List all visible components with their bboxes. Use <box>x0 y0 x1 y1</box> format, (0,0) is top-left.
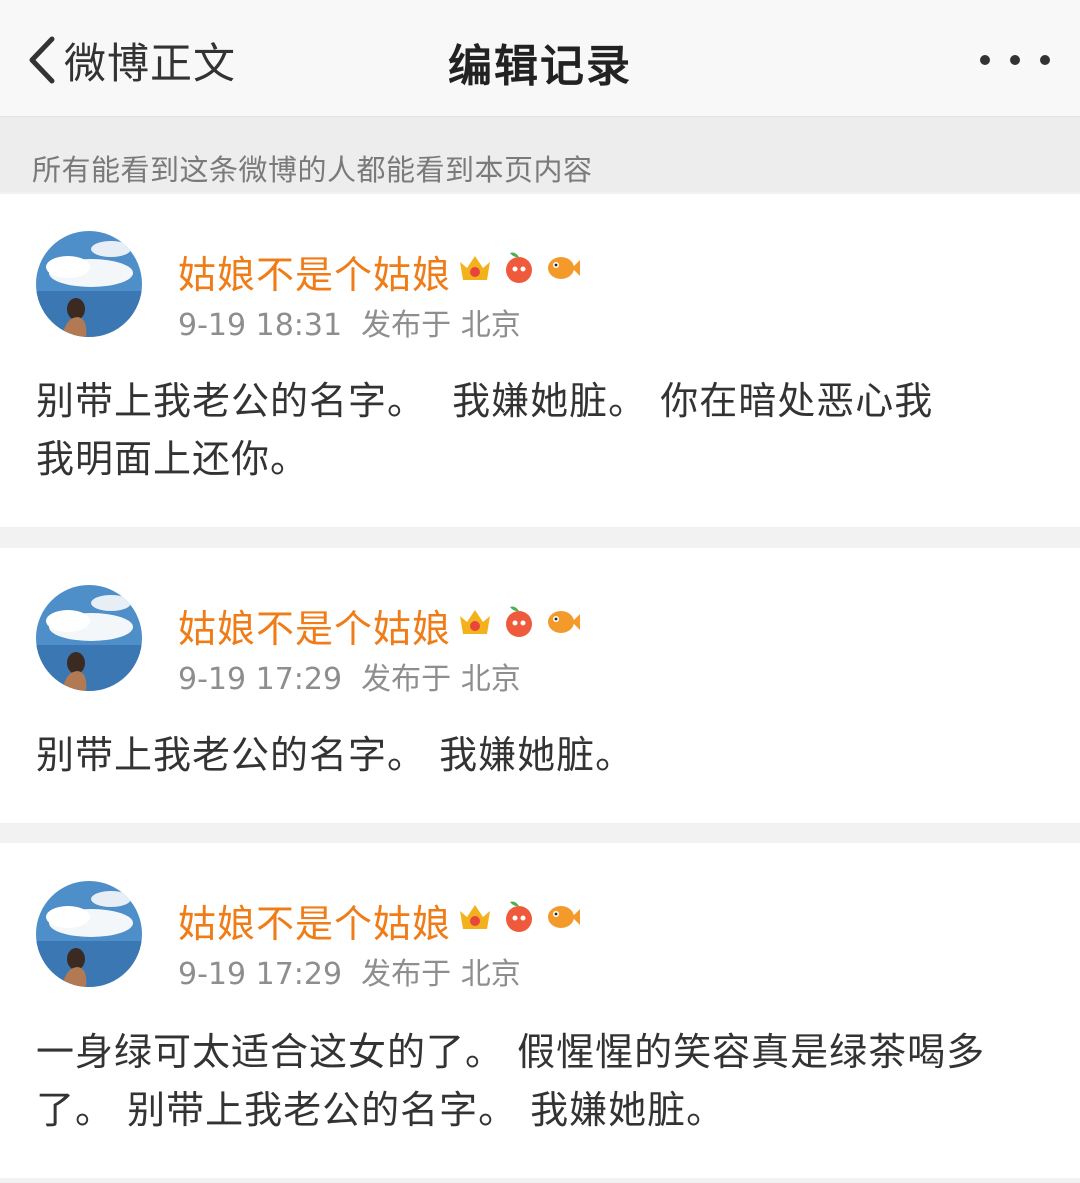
username[interactable]: 姑娘不是个姑娘 <box>178 893 451 948</box>
post-time: 9-19 18:31 <box>178 308 343 343</box>
edit-record-card: 姑娘不是个姑娘 9-19 17:29 发布于 北京 别带上我老公的名字。 我嫌她… <box>0 548 1080 823</box>
post-meta: 9-19 17:29 发布于 北京 <box>178 949 521 993</box>
avatar[interactable] <box>36 231 142 337</box>
user-badges <box>456 897 582 935</box>
post-content: 别带上我老公的名字。 我嫌她脏。 <box>36 733 635 777</box>
nav-bar: 微博正文 编辑记录 <box>0 0 1080 117</box>
avatar[interactable] <box>36 585 142 691</box>
post-meta: 9-19 17:29 发布于 北京 <box>178 654 521 698</box>
more-button[interactable] <box>980 40 1050 80</box>
user-badges <box>456 602 582 640</box>
fish-badge-icon <box>548 611 580 633</box>
post-content: 一身绿可太适合这女的了。 假惺惺的笑容真是绿茶喝多 了。 别带上我老公的名字。 … <box>36 1030 986 1132</box>
visibility-notice: 所有能看到这条微博的人都能看到本页内容 <box>32 153 593 187</box>
post-meta: 9-19 18:31 发布于 北京 <box>178 300 521 344</box>
post-time: 9-19 17:29 <box>178 957 343 992</box>
username[interactable]: 姑娘不是个姑娘 <box>178 598 451 653</box>
fish-badge-icon <box>548 257 580 279</box>
post-location: 发布于 北京 <box>361 957 521 992</box>
fruit-badge-icon <box>506 901 532 932</box>
post-content: 别带上我老公的名字。 我嫌她脏。 你在暗处恶心我 我明面上还你。 <box>36 379 934 481</box>
more-dots-icon <box>1010 55 1020 65</box>
more-dots-icon <box>1040 55 1050 65</box>
more-dots-icon <box>980 55 990 65</box>
avatar[interactable] <box>36 881 142 987</box>
page-title: 编辑记录 <box>448 41 632 92</box>
edit-record-card: 姑娘不是个姑娘 9-19 18:31 发布于 北京 别带上我老公的名字。 我嫌她… <box>0 194 1080 527</box>
edit-record-card: 姑娘不是个姑娘 9-19 17:29 发布于 北京 一身绿可太适合这女的了。 假… <box>0 843 1080 1178</box>
post-location: 发布于 北京 <box>361 662 521 697</box>
fish-badge-icon <box>548 906 580 928</box>
username[interactable]: 姑娘不是个姑娘 <box>178 244 451 299</box>
fruit-badge-icon <box>506 606 532 637</box>
vip-crown-badge-icon <box>460 905 490 929</box>
vip-crown-badge-icon <box>460 610 490 634</box>
post-location: 发布于 北京 <box>361 308 521 343</box>
vip-crown-badge-icon <box>460 256 490 280</box>
fruit-badge-icon <box>506 252 532 283</box>
post-time: 9-19 17:29 <box>178 662 343 697</box>
user-badges <box>456 248 582 286</box>
